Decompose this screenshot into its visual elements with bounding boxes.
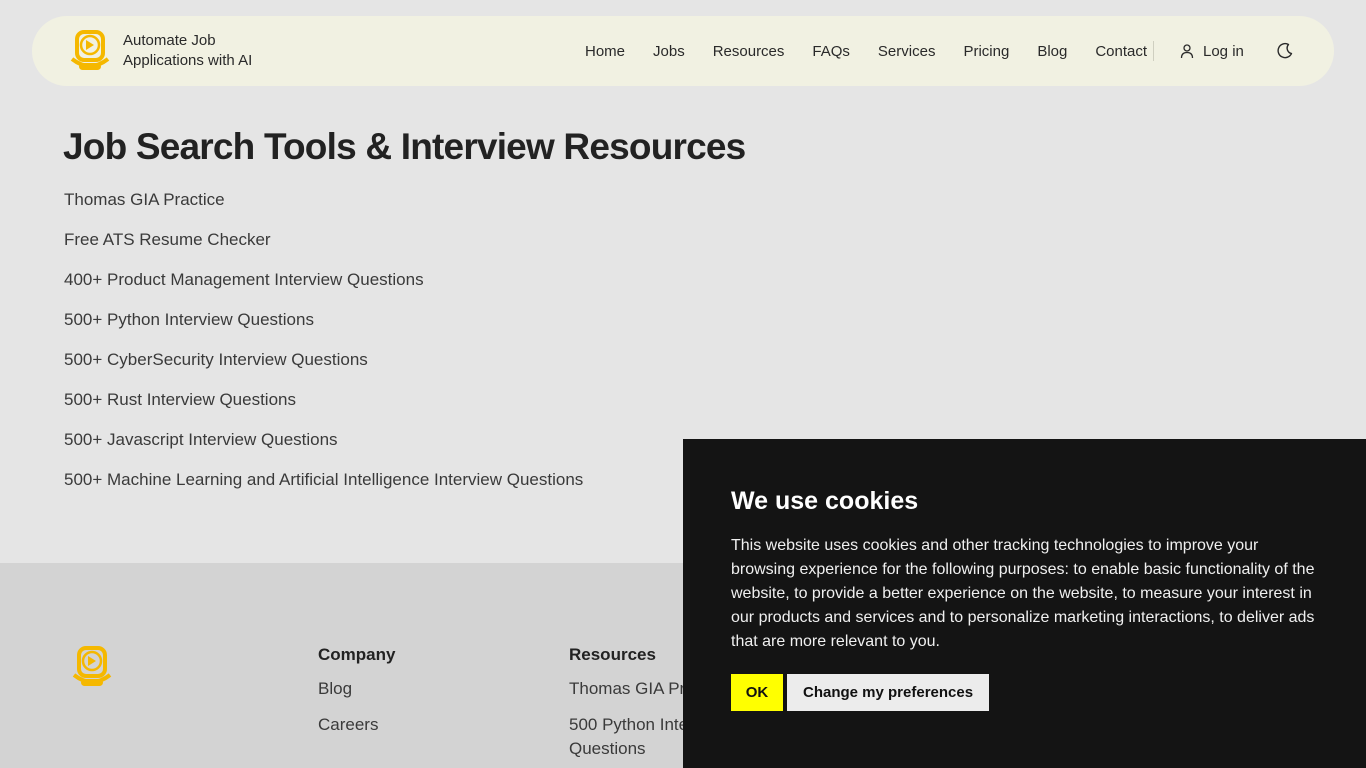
cookie-banner: We use cookies This website uses cookies… bbox=[683, 439, 1366, 768]
moon-icon[interactable] bbox=[1276, 42, 1294, 60]
nav-divider bbox=[1153, 41, 1154, 61]
nav-services[interactable]: Services bbox=[878, 43, 936, 60]
list-item: Free ATS Resume Checker bbox=[64, 228, 583, 268]
list-item: Thomas GIA Practice bbox=[64, 188, 583, 228]
site-header: Automate Job Applications with AI Home J… bbox=[32, 16, 1334, 86]
robot-logo-icon bbox=[70, 30, 110, 70]
nav-home[interactable]: Home bbox=[585, 43, 625, 60]
cookie-buttons: OK Change my preferences bbox=[731, 674, 1318, 711]
cookie-title: We use cookies bbox=[731, 487, 919, 515]
login-label: Log in bbox=[1203, 42, 1244, 60]
resource-link-ml-ai[interactable]: 500+ Machine Learning and Artificial Int… bbox=[64, 470, 583, 489]
nav-jobs[interactable]: Jobs bbox=[653, 43, 685, 60]
brand-name: Automate Job Applications with AI bbox=[123, 31, 252, 71]
resource-link-python[interactable]: 500+ Python Interview Questions bbox=[64, 310, 314, 329]
cookie-preferences-button[interactable]: Change my preferences bbox=[787, 674, 990, 711]
login-link[interactable]: Log in bbox=[1179, 16, 1244, 86]
page-title: Job Search Tools & Interview Resources bbox=[63, 126, 746, 167]
list-item: 500+ CyberSecurity Interview Questions bbox=[64, 348, 583, 388]
footer-company-heading: Company bbox=[318, 645, 396, 664]
list-item: 500+ Javascript Interview Questions bbox=[64, 428, 583, 468]
footer-link-blog[interactable]: Blog bbox=[318, 677, 395, 701]
resource-link-javascript[interactable]: 500+ Javascript Interview Questions bbox=[64, 430, 338, 449]
list-item: 500+ Rust Interview Questions bbox=[64, 388, 583, 428]
nav-contact[interactable]: Contact bbox=[1095, 43, 1147, 60]
resource-link-ats-checker[interactable]: Free ATS Resume Checker bbox=[64, 230, 271, 249]
resource-list: Thomas GIA Practice Free ATS Resume Chec… bbox=[64, 188, 583, 508]
list-item: 400+ Product Management Interview Questi… bbox=[64, 268, 583, 308]
nav-blog[interactable]: Blog bbox=[1037, 43, 1067, 60]
brand-line-1: Automate Job bbox=[123, 32, 216, 49]
nav-pricing[interactable]: Pricing bbox=[963, 43, 1009, 60]
footer-link-careers[interactable]: Careers bbox=[318, 713, 395, 737]
brand-link[interactable]: Automate Job Applications with AI bbox=[68, 29, 252, 73]
nav-faqs[interactable]: FAQs bbox=[812, 43, 850, 60]
cookie-body: This website uses cookies and other trac… bbox=[731, 537, 1315, 650]
robot-logo-icon[interactable] bbox=[70, 645, 114, 689]
brand-line-2: Applications with AI bbox=[123, 52, 253, 69]
resource-link-product-management[interactable]: 400+ Product Management Interview Questi… bbox=[64, 270, 424, 289]
list-item: 500+ Machine Learning and Artificial Int… bbox=[64, 468, 583, 508]
list-item: 500+ Python Interview Questions bbox=[64, 308, 583, 348]
nav-resources[interactable]: Resources bbox=[713, 43, 785, 60]
resource-link-thomas-gia[interactable]: Thomas GIA Practice bbox=[64, 190, 225, 209]
cookie-ok-button[interactable]: OK bbox=[731, 674, 783, 711]
main-nav: Home Jobs Resources FAQs Services Pricin… bbox=[585, 16, 1175, 86]
footer-company-column: Company Blog Careers bbox=[318, 645, 395, 749]
resource-link-rust[interactable]: 500+ Rust Interview Questions bbox=[64, 390, 296, 409]
resource-link-cybersecurity[interactable]: 500+ CyberSecurity Interview Questions bbox=[64, 350, 368, 369]
user-icon bbox=[1180, 44, 1194, 59]
